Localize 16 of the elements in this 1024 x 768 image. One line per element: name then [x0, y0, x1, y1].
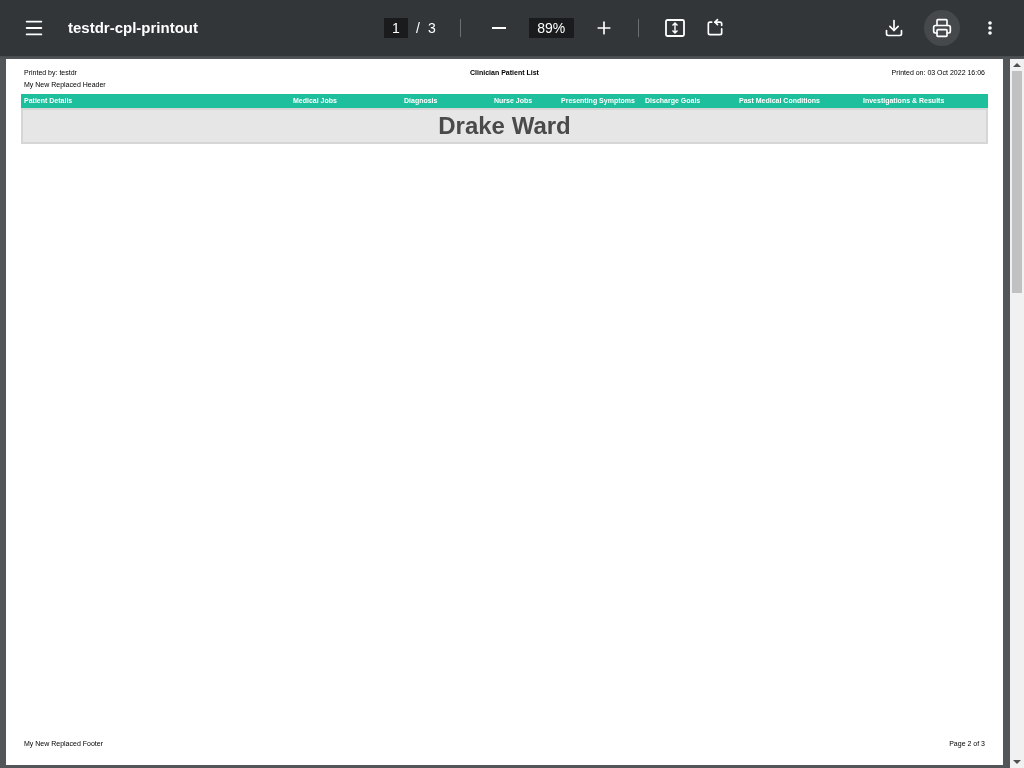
- scroll-up-icon[interactable]: [1013, 63, 1021, 67]
- zoom-field[interactable]: 89%: [528, 18, 574, 38]
- page-number-field[interactable]: 1: [384, 18, 408, 38]
- page-total: 3: [427, 18, 436, 38]
- fit-page-icon: [664, 19, 685, 37]
- minus-icon: [491, 27, 506, 29]
- download-icon: [884, 18, 904, 38]
- scroll-thumb[interactable]: [1012, 71, 1022, 293]
- more-icon: [988, 21, 992, 35]
- page-separator: /: [416, 18, 420, 38]
- print-button[interactable]: [924, 10, 960, 46]
- ward-name: Drake Ward: [438, 111, 571, 141]
- document-title: testdr-cpl-printout: [68, 17, 198, 38]
- scroll-down-icon[interactable]: [1013, 760, 1021, 764]
- scrollbar[interactable]: [1010, 59, 1024, 768]
- print-icon: [932, 18, 952, 38]
